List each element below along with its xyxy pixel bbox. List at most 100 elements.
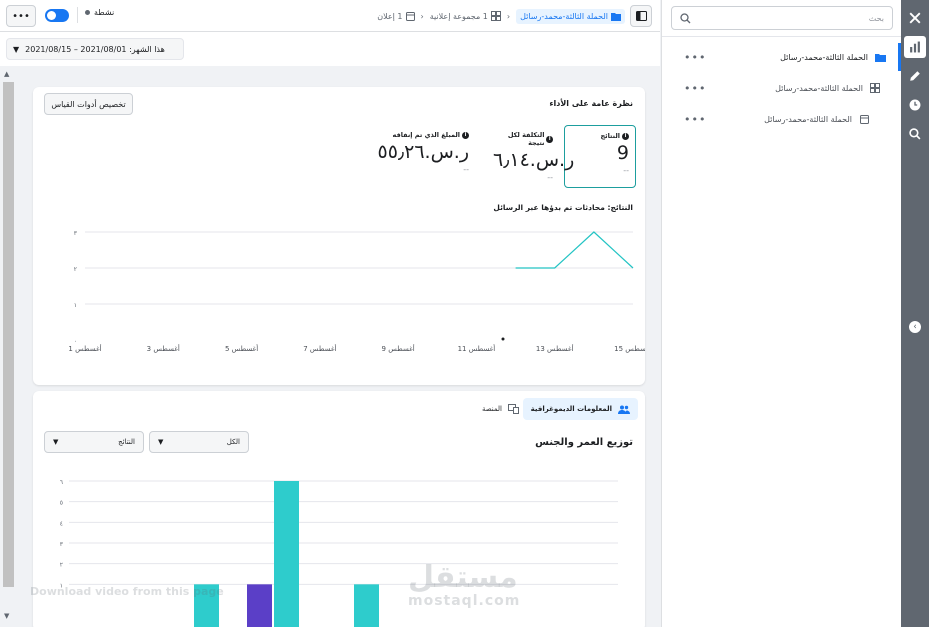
- scroll-down-icon[interactable]: ▼: [4, 612, 9, 620]
- tree-item-adset-label: الحملة الثالثة-محمد-رسائل: [775, 83, 863, 93]
- date-range-label: هذا الشهر: 01/‏08/‏2021 – 15/‏08/‏2021: [25, 44, 165, 54]
- grid-icon: [490, 11, 501, 21]
- divider: [77, 7, 78, 23]
- tree-item-campaign[interactable]: الحملة الثالثة-محمد-رسائل •••: [662, 43, 901, 71]
- x-tick-label: 7 أغسطس: [303, 344, 336, 353]
- info-icon: i: [462, 131, 469, 139]
- y-tick-label: ٣: [60, 541, 64, 548]
- navigation-panel: الحملة الثالثة-محمد-رسائل ••• الحملة الث…: [661, 0, 901, 627]
- campaign-toggle[interactable]: [45, 9, 69, 22]
- search-box[interactable]: [671, 6, 893, 30]
- breadcrumb-adset[interactable]: 1 مجموعة إعلانية: [430, 11, 501, 21]
- status-indicator: نشطة: [85, 8, 114, 17]
- breadcrumb-adset-label: 1 مجموعة إعلانية: [429, 11, 488, 21]
- x-tick-label: 15 أغسطس: [614, 344, 645, 353]
- metric-results-select[interactable]: ▼ النتائج: [44, 431, 144, 453]
- bar: [247, 584, 272, 627]
- age-gender-title: توزيع العمر والجنس: [535, 437, 633, 448]
- ad-icon: [858, 113, 870, 125]
- info-icon: i: [546, 135, 553, 143]
- tab-platform[interactable]: المنصة: [474, 398, 527, 420]
- scrollbar-thumb[interactable]: [3, 82, 14, 587]
- caret-down-icon: ▼: [13, 44, 20, 54]
- y-tick-label: ٤: [60, 520, 63, 527]
- breadcrumb-ad[interactable]: 1 إعلان: [377, 11, 415, 21]
- sidebar-panel-icon: [635, 11, 647, 21]
- clock-icon[interactable]: [904, 94, 926, 116]
- more-options-icon[interactable]: •••: [684, 51, 706, 64]
- results-series-line: [515, 231, 634, 269]
- metric-amount-spent[interactable]: i المبلغ الذي تم إنفاقه ر.س.٥٥٫٢٦ --: [370, 125, 475, 188]
- toggle-panel-button[interactable]: [630, 5, 652, 27]
- x-tick-label: 3 أغسطس: [147, 344, 180, 353]
- top-bar: ••• نشطة الحملة الثالثة-محمد-رسائل ‹ 1 م…: [0, 0, 660, 32]
- vertical-scrollbar[interactable]: ▲ ▼: [0, 66, 18, 627]
- metric-select-label: النتائج: [118, 438, 135, 446]
- more-options-icon[interactable]: •••: [684, 82, 706, 95]
- tree-item-adset[interactable]: الحملة الثالثة-محمد-رسائل •••: [662, 74, 901, 102]
- cursor-dot: [501, 337, 505, 341]
- info-icon: i: [622, 132, 629, 140]
- tab-demographics[interactable]: المعلومات الديموغرافية: [522, 398, 638, 420]
- status-dot-icon: [85, 10, 90, 15]
- metric-spent-delta: --: [463, 165, 469, 174]
- x-tick-label: 11 أغسطس: [458, 344, 496, 353]
- chevron-left-icon[interactable]: ‹: [909, 321, 921, 333]
- tree-item-ad-label: الحملة الثالثة-محمد-رسائل: [764, 114, 852, 124]
- metric-results[interactable]: i النتائج 9 --: [564, 125, 636, 188]
- y-tick-label: ٦: [60, 479, 63, 486]
- metric-results-header: i النتائج: [571, 132, 629, 140]
- metric-spent-header: i المبلغ الذي تم إنفاقه: [376, 131, 469, 139]
- y-tick-label: ١: [74, 302, 77, 309]
- y-tick-label: ٣: [74, 230, 78, 237]
- folder-icon: [874, 51, 886, 63]
- x-tick-label: 1 أغسطس: [68, 344, 101, 353]
- metric-spent-label: المبلغ الذي تم إنفاقه: [392, 131, 460, 139]
- metric-spent-value: ر.س.٥٥٫٢٦: [377, 141, 469, 163]
- chart-icon[interactable]: [904, 36, 926, 58]
- performance-overview-card: تخصيص أدوات القياس نظرة عامة على الأداء …: [33, 87, 645, 385]
- date-range-button[interactable]: ▼ هذا الشهر: 01/‏08/‏2021 – 15/‏08/‏2021: [6, 38, 184, 60]
- search-icon: [680, 12, 691, 23]
- chevron-left-icon: ‹: [420, 11, 424, 21]
- tools-rail: ‹: [901, 0, 929, 627]
- tree-item-campaign-label: الحملة الثالثة-محمد-رسائل: [780, 52, 868, 62]
- tab-demographics-label: المعلومات الديموغرافية: [530, 405, 612, 413]
- search-input[interactable]: [691, 13, 884, 23]
- metric-cost-per-result[interactable]: i التكلفة لكل نتيجة ر.س.٦٫١٤ --: [487, 125, 575, 188]
- metric-results-label: النتائج: [600, 132, 620, 140]
- caret-down-icon: ▼: [53, 438, 59, 446]
- more-options-icon[interactable]: •••: [684, 113, 706, 126]
- close-icon[interactable]: [904, 7, 926, 29]
- scroll-up-icon[interactable]: ▲: [4, 70, 9, 78]
- filter-all-select[interactable]: ▼ الكل: [149, 431, 249, 453]
- devices-icon: [508, 404, 519, 414]
- breadcrumb: الحملة الثالثة-محمد-رسائل ‹ 1 مجموعة إعل…: [377, 7, 625, 25]
- y-tick-label: ٢: [60, 562, 63, 569]
- ad-icon: [405, 11, 415, 21]
- x-tick-label: 5 أغسطس: [225, 344, 258, 353]
- people-icon: [618, 405, 630, 414]
- breadcrumb-campaign[interactable]: الحملة الثالثة-محمد-رسائل: [516, 8, 625, 24]
- x-tick-label: 13 أغسطس: [536, 344, 574, 353]
- chart-title: النتائج: محادثات تم بدؤها عبر الرسائل: [493, 203, 633, 212]
- toggle-knob: [47, 11, 56, 20]
- more-options-button[interactable]: •••: [6, 5, 36, 27]
- tab-platform-label: المنصة: [481, 405, 502, 413]
- download-video-hint[interactable]: Download video from this page: [30, 585, 224, 598]
- y-tick-label: ٢: [74, 266, 77, 273]
- bar: [274, 481, 299, 627]
- search-zoom-icon[interactable]: [904, 123, 926, 145]
- chevron-left-icon: ‹: [506, 11, 511, 21]
- watermark-logo: مستقل: [408, 560, 518, 595]
- tree-item-ad[interactable]: الحملة الثالثة-محمد-رسائل •••: [662, 105, 901, 133]
- grid-icon: [869, 82, 881, 94]
- caret-down-icon: ▼: [158, 438, 164, 446]
- metric-cost-value: ر.س.٦٫١٤: [493, 149, 575, 171]
- age-gender-bar-chart: ١٢٣٤٥٦: [60, 479, 618, 627]
- results-line-chart: ٠ ١ ٢ ٣ 1 أغسطس 3 أغسطس 5 أغسطس 7 أغسطس 9 أغسطس 1…: [68, 230, 645, 353]
- customize-metrics-button[interactable]: تخصيص أدوات القياس: [44, 93, 133, 115]
- pencil-icon[interactable]: [904, 65, 926, 87]
- nav-divider: [662, 36, 901, 37]
- overview-title: نظرة عامة على الأداء: [549, 99, 633, 108]
